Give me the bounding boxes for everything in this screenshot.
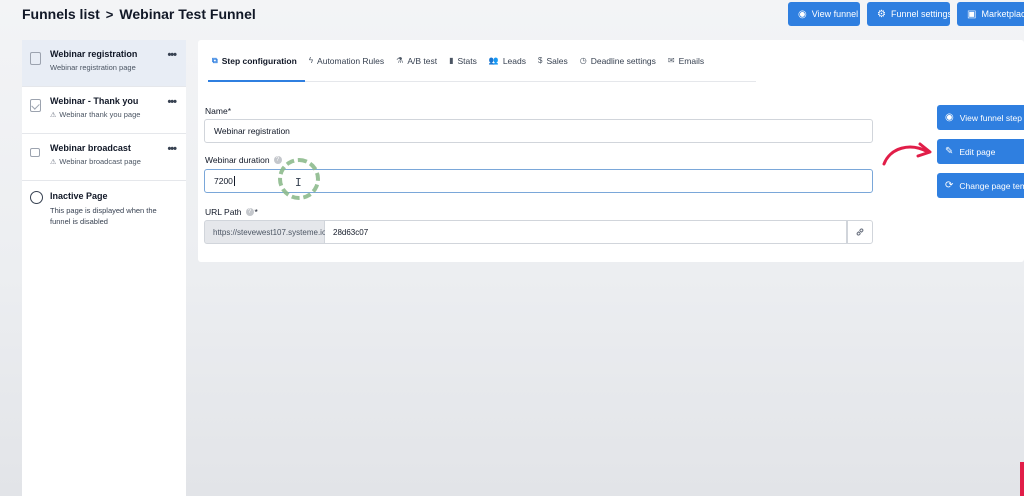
marketplace-icon: ▣ [967, 8, 977, 20]
copy-link-button[interactable] [847, 220, 873, 244]
required-marker: * [227, 106, 231, 116]
url-path-label-text: URL Path [205, 207, 242, 217]
warning-icon: ⚠ [50, 111, 57, 119]
tab-label: A/B test [407, 56, 438, 66]
tab-leads[interactable]: 👥 Leads [485, 52, 534, 82]
funnel-steps-sidebar: Webinar registration Webinar registratio… [22, 40, 186, 496]
gear-icon: ⚙ [877, 8, 886, 20]
help-icon[interactable]: ? [245, 208, 254, 216]
inactive-page-title: Inactive Page [50, 191, 108, 201]
leads-icon: 👥 [488, 56, 499, 65]
refresh-icon: ⟳ [945, 180, 954, 191]
eye-icon: ◉ [945, 112, 954, 123]
eye-icon: ◉ [798, 8, 807, 20]
sidebar-item-subtitle-row: ⚠ Webinar thank you page [50, 110, 178, 119]
name-label: Name * [205, 106, 231, 116]
required-marker: * [254, 207, 258, 217]
more-options-icon[interactable]: ••• [167, 96, 177, 108]
change-page-template-label: Change page template [959, 180, 1024, 191]
sidebar-item-webinar-registration[interactable]: Webinar registration Webinar registratio… [22, 40, 186, 87]
tab-label: Step configuration [221, 56, 297, 66]
name-input[interactable]: Webinar registration [204, 119, 873, 143]
breadcrumb: Funnels list > Webinar Test Funnel [22, 6, 256, 22]
more-options-icon[interactable]: ••• [167, 49, 177, 61]
sidebar-item-inactive-page[interactable]: Inactive Page This page is displayed whe… [22, 181, 186, 227]
tab-label: Automation Rules [317, 56, 385, 66]
step-tabs: ⧉ Step configuration ϟ Automation Rules … [208, 52, 756, 82]
tab-stats[interactable]: ▮ Stats [445, 52, 485, 82]
text-caret [233, 176, 235, 186]
more-options-icon[interactable]: ••• [167, 143, 177, 155]
tab-automation-rules[interactable]: ϟ Automation Rules [305, 52, 392, 82]
email-icon: ✉ [667, 56, 675, 65]
view-funnel-step-button[interactable]: ◉ View funnel step [937, 105, 1024, 130]
tab-label: Deadline settings [590, 56, 656, 66]
tab-deadline-settings[interactable]: ◷ Deadline settings [576, 52, 664, 82]
change-page-template-button[interactable]: ⟳ Change page template [937, 173, 1024, 198]
sidebar-item-title: Webinar registration [50, 49, 138, 59]
tab-label: Emails [678, 56, 705, 66]
tab-emails[interactable]: ✉ Emails [664, 52, 712, 82]
annotation-arrow-icon [882, 142, 932, 166]
view-funnel-step-label: View funnel step [959, 112, 1022, 123]
annotation-marker [1020, 462, 1024, 496]
name-input-value: Webinar registration [214, 126, 290, 136]
name-label-text: Name [205, 106, 228, 116]
lightning-icon: ϟ [308, 56, 314, 65]
url-path-label: URL Path ? * [205, 207, 258, 217]
sidebar-item-title: Webinar broadcast [50, 143, 131, 153]
sidebar-item-title: Webinar - Thank you [50, 96, 139, 106]
url-path-input[interactable]: 28d63c07 [325, 220, 847, 244]
webinar-duration-label-text: Webinar duration [205, 155, 270, 165]
funnel-settings-button[interactable]: ⚙ Funnel settings [867, 2, 950, 26]
tab-ab-test[interactable]: ⚗ A/B test [392, 52, 445, 82]
inactive-page-description: This page is displayed when the funnel i… [50, 206, 157, 226]
edit-page-label: Edit page [959, 146, 996, 157]
breadcrumb-separator: > [105, 6, 114, 22]
help-icon[interactable]: ? [273, 156, 282, 164]
tab-label: Leads [502, 56, 526, 66]
sidebar-item-subtitle: Webinar broadcast page [59, 157, 141, 166]
webinar-duration-value: 7200 [214, 176, 233, 186]
breadcrumb-current: Webinar Test Funnel [119, 6, 256, 22]
tab-label: Sales [546, 56, 568, 66]
text-cursor-icon: I [295, 176, 302, 189]
marketplace-button[interactable]: ▣ Marketplace [957, 2, 1024, 26]
stats-icon: ▮ [449, 56, 454, 65]
ab-test-icon: ⚗ [396, 56, 404, 65]
edit-icon: ✎ [945, 146, 954, 157]
sidebar-item-subtitle: Webinar registration page [50, 63, 136, 72]
top-bar: Funnels list > Webinar Test Funnel ◉ Vie… [0, 0, 1024, 32]
marketplace-label: Marketplace [981, 9, 1024, 19]
link-icon [856, 228, 864, 236]
view-funnel-label: View funnel [811, 9, 859, 19]
view-funnel-button[interactable]: ◉ View funnel [788, 2, 860, 26]
tab-label: Stats [457, 56, 477, 66]
sidebar-item-webinar-broadcast[interactable]: Webinar broadcast ⚠ Webinar broadcast pa… [22, 134, 186, 181]
tab-sales[interactable]: $ Sales [534, 52, 576, 82]
url-prefix: https://stevewest107.systeme.io/ [204, 220, 329, 244]
url-path-value: 28d63c07 [333, 227, 369, 237]
warning-icon: ⚠ [50, 158, 57, 166]
edit-page-button[interactable]: ✎ Edit page [937, 139, 1024, 164]
sidebar-item-subtitle: Webinar thank you page [59, 110, 141, 119]
breadcrumb-funnels-list[interactable]: Funnels list [22, 6, 100, 22]
sidebar-item-webinar-thank-you[interactable]: Webinar - Thank you ⚠ Webinar thank you … [22, 87, 186, 134]
funnel-settings-label: Funnel settings [890, 9, 950, 19]
tab-step-configuration[interactable]: ⧉ Step configuration [208, 52, 305, 82]
webinar-duration-label: Webinar duration ? [205, 155, 282, 165]
clock-icon: ◷ [579, 56, 587, 65]
video-icon [30, 148, 40, 157]
sidebar-item-subtitle-row: ⚠ Webinar broadcast page [50, 157, 178, 166]
steps-icon: ⧉ [212, 56, 218, 65]
dollar-icon: $ [538, 56, 543, 65]
clock-icon [30, 191, 43, 204]
page-icon [30, 52, 41, 65]
clipboard-check-icon [30, 99, 41, 112]
